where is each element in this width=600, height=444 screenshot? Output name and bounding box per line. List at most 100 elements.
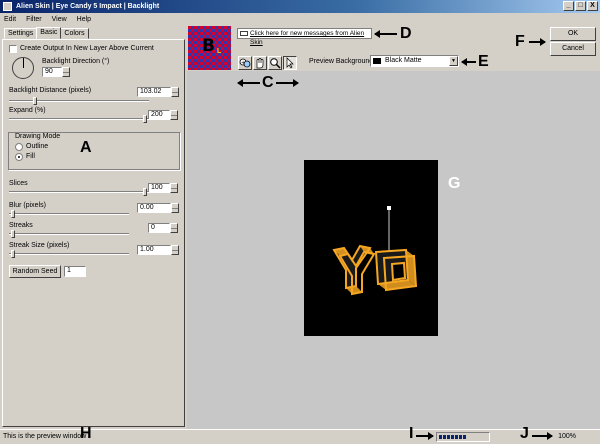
streaks-label: Streaks [9,222,33,229]
progress-segment [443,435,446,439]
preview-canvas[interactable] [304,160,438,336]
blur-input[interactable]: 0.00 [137,203,171,213]
progress-fill [439,435,466,439]
expand-slider-track[interactable] [9,118,149,120]
annotation-i-arrow [416,432,434,440]
streak-size-slider-track[interactable] [9,253,129,255]
annotation-e-arrow [461,58,476,66]
annotation-c-left-arrow [237,79,260,87]
annotation-g: G [448,175,461,192]
direction-dial[interactable] [12,57,34,79]
cancel-button[interactable]: Cancel [550,42,596,56]
envelope-icon [240,31,248,36]
annotation-d-arrow [374,30,397,38]
hand-icon[interactable] [253,56,267,70]
annotation-e: E [478,53,489,70]
progress-segment [439,435,442,439]
app-icon [3,2,12,11]
slices-label: Slices [9,180,28,187]
title-bar: Alien Skin | Eye Candy 5 Impact | Backli… [0,0,600,13]
annotation-a: A [80,139,92,156]
streak-size-label: Streak Size (pixels) [9,242,70,249]
messages-link[interactable]: Click here for new messages from Alien S… [237,28,372,46]
annotation-f: F [515,33,525,50]
slices-slider-track[interactable] [9,191,149,193]
slices-spinner[interactable] [170,183,178,193]
blur-slider-track[interactable] [9,213,129,215]
status-text: This is the preview window [3,433,87,440]
arrow-pointer-icon[interactable] [283,56,297,70]
annotation-h: H [80,425,92,442]
preview-background-label: Preview Background: [309,58,376,65]
expand-label: Expand (%) [9,107,46,114]
menu-filter[interactable]: Filter [26,16,42,23]
progress-segment [455,435,458,439]
slices-slider-thumb[interactable] [143,188,147,196]
messages-link-text: Click here for new messages from Alien S… [250,30,365,46]
streaks-slider-thumb[interactable] [11,230,15,238]
preview-background-select[interactable]: Black Matte ▼ [370,55,459,67]
window-title: Alien Skin | Eye Candy 5 Impact | Backli… [16,3,160,10]
annotation-j: J [520,425,529,442]
distance-slider-thumb[interactable] [33,97,37,105]
basic-tab-body: Create Output In New Layer Above Current… [2,39,185,427]
zoom-plus-minus-icon[interactable]: + [238,56,252,70]
streak-size-spinner[interactable] [171,245,179,255]
streaks-slider-track[interactable] [9,233,129,235]
tab-colors[interactable]: Colors [60,28,89,39]
mode-outline-radio[interactable] [15,143,23,151]
preview-background-value: Black Matte [385,57,422,64]
blur-spinner[interactable] [171,203,179,213]
menu-view[interactable]: View [52,16,67,23]
distance-input[interactable]: 103.02 [137,87,171,97]
annotation-i: I [409,425,414,442]
annotation-j-arrow [532,432,553,440]
maximize-button[interactable]: □ [575,1,586,11]
create-output-checkbox[interactable] [9,45,17,53]
mode-fill-radio[interactable] [15,153,23,161]
top-toolbar-area: B L Click here for new messages from Ali… [187,25,600,71]
expand-input[interactable]: 200 [148,110,170,120]
black-swatch-icon [373,58,381,64]
ok-button[interactable]: OK [550,27,596,41]
blur-label: Blur (pixels) [9,202,46,209]
preview-window[interactable] [187,71,600,429]
annotation-c: C [262,74,274,91]
distance-slider-track[interactable] [9,100,149,102]
mode-fill-label: Fill [26,153,35,160]
direction-handle-icon [387,206,391,210]
distance-spinner[interactable] [171,87,179,97]
menu-help[interactable]: Help [77,16,91,23]
random-seed-input[interactable]: 1 [64,266,86,277]
slices-input[interactable]: 100 [148,183,170,193]
annotation-f-arrow [529,38,546,46]
progress-segment [463,435,466,439]
tab-basic[interactable]: Basic [36,27,62,39]
zoom-level: 100% [558,433,576,440]
progress-segment [459,435,462,439]
progress-segment [447,435,450,439]
streak-size-input[interactable]: 1.00 [137,245,171,255]
controls-panel: Settings Basic Colors Create Output In N… [0,25,187,429]
streaks-input[interactable]: 0 [148,223,170,233]
blur-slider-thumb[interactable] [11,210,15,218]
chevron-down-icon[interactable]: ▼ [449,56,458,66]
progress-segment [451,435,454,439]
effect-thumbnail: B L [188,26,231,70]
streaks-spinner[interactable] [170,223,178,233]
menu-edit[interactable]: Edit [4,16,16,23]
expand-slider-thumb[interactable] [143,115,147,123]
direction-spinner[interactable] [62,67,70,77]
close-button[interactable]: X [587,1,598,11]
preview-artwork [332,206,418,296]
drawing-mode-label: Drawing Mode [15,133,61,140]
thumbnail-letter: B [202,36,215,56]
random-seed-button[interactable]: Random Seed [9,265,61,278]
expand-spinner[interactable] [170,110,178,120]
direction-input[interactable]: 90 [42,67,62,77]
minimize-button[interactable]: _ [563,1,574,11]
tab-settings[interactable]: Settings [4,28,38,39]
streak-size-slider-thumb[interactable] [11,250,15,258]
annotation-d: D [400,25,412,42]
magnifier-icon[interactable] [268,56,282,70]
